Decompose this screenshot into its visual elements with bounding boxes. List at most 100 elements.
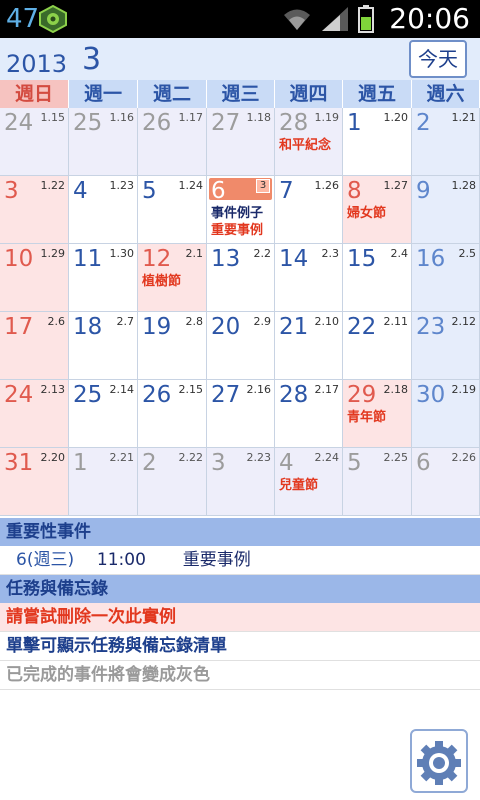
day-number: 31 — [4, 450, 34, 476]
day-event-label: 植樹節 — [142, 274, 182, 289]
important-events-section: 重要性事件 6(週三) 11:00 重要事例 — [0, 518, 480, 575]
calendar-day-cell[interactable]: 3 2.23 — [207, 448, 275, 516]
calendar-day-cell[interactable]: 27 1.18 — [207, 108, 275, 176]
screen: 47 20:06 2013 3 今天 週日 週一 週二 週三 週四 週五 週六 24 1.15… — [0, 0, 480, 800]
task-row[interactable]: 單擊可顯示任務與備忘錄清單 — [0, 632, 480, 661]
calendar-day-cell[interactable]: 14 2.3 — [275, 244, 343, 312]
calendar-day-cell[interactable]: 2 1.21 — [412, 108, 480, 176]
lunar-date: 2.11 — [383, 315, 409, 328]
calendar-day-cell[interactable]: 12 2.1 植樹節 — [138, 244, 207, 312]
calendar-day-cell[interactable]: 2 2.22 — [138, 448, 207, 516]
tasks-section: 任務與備忘錄 請嘗試刪除一次此實例 單擊可顯示任務與備忘錄清單 已完成的事件將會… — [0, 575, 480, 690]
task-row[interactable]: 已完成的事件將會變成灰色 — [0, 661, 480, 690]
lunar-date: 2.25 — [383, 451, 409, 464]
lunar-date: 1.17 — [178, 111, 204, 124]
task-row[interactable]: 請嘗試刪除一次此實例 — [0, 603, 480, 632]
year-label[interactable]: 2013 — [6, 50, 67, 78]
calendar-day-cell[interactable]: 24 1.15 — [0, 108, 69, 176]
calendar-day-cell[interactable]: 18 2.7 — [69, 312, 138, 380]
calendar-day-cell[interactable]: 25 2.14 — [69, 380, 138, 448]
calendar-day-cell[interactable]: 15 2.4 — [343, 244, 412, 312]
notification-count: 47 — [6, 4, 40, 34]
weekday-label: 週六 — [412, 80, 480, 108]
weekday-label: 週五 — [343, 80, 412, 108]
calendar-day-cell[interactable]: 3 1.22 — [0, 176, 69, 244]
calendar-day-cell[interactable]: 6 3 事件例子 重要事例 — [207, 176, 275, 244]
weekday-label: 週日 — [0, 80, 69, 108]
calendar-day-cell[interactable]: 23 2.12 — [412, 312, 480, 380]
day-number: 3 — [211, 450, 226, 476]
calendar-day-cell[interactable]: 27 2.16 — [207, 380, 275, 448]
day-event-label: 重要事例 — [211, 223, 264, 238]
calendar-day-cell[interactable]: 1 2.21 — [69, 448, 138, 516]
event-time: 11:00 — [96, 550, 146, 570]
lunar-date: 1.24 — [178, 179, 204, 192]
calendar-day-cell[interactable]: 28 2.17 — [275, 380, 343, 448]
calendar-day-cell[interactable]: 29 2.18 青年節 — [343, 380, 412, 448]
day-number: 8 — [347, 178, 362, 204]
day-number: 10 — [4, 246, 34, 272]
settings-button[interactable] — [410, 729, 468, 793]
calendar-day-cell[interactable]: 22 2.11 — [343, 312, 412, 380]
event-count-badge: 3 — [256, 179, 270, 193]
calendar-day-cell[interactable]: 25 1.16 — [69, 108, 138, 176]
day-number: 18 — [73, 314, 103, 340]
calendar-day-cell[interactable]: 9 1.28 — [412, 176, 480, 244]
calendar-day-cell[interactable]: 8 1.27 婦女節 — [343, 176, 412, 244]
event-name: 重要事例 — [182, 550, 251, 570]
calendar-day-cell[interactable]: 1 1.20 — [343, 108, 412, 176]
calendar-day-cell[interactable]: 24 2.13 — [0, 380, 69, 448]
day-number: 20 — [211, 314, 241, 340]
weekday-label: 週一 — [69, 80, 138, 108]
calendar-day-cell[interactable]: 7 1.26 — [275, 176, 343, 244]
calendar-day-cell[interactable]: 6 2.26 — [412, 448, 480, 516]
calendar-day-cell[interactable]: 26 2.15 — [138, 380, 207, 448]
lunar-date: 2.23 — [246, 451, 272, 464]
calendar-day-cell[interactable]: 13 2.2 — [207, 244, 275, 312]
calendar-day-cell[interactable]: 5 1.24 — [138, 176, 207, 244]
day-event-label: 青年節 — [347, 410, 387, 425]
day-number: 17 — [4, 314, 34, 340]
day-number: 14 — [279, 246, 309, 272]
calendar-day-cell[interactable]: 17 2.6 — [0, 312, 69, 380]
calendar-day-cell[interactable]: 11 1.30 — [69, 244, 138, 312]
lunar-date: 2.16 — [246, 383, 272, 396]
day-number: 11 — [73, 246, 103, 272]
day-number: 2 — [142, 450, 157, 476]
lunar-date: 2.8 — [185, 315, 204, 328]
calendar-day-cell[interactable]: 20 2.9 — [207, 312, 275, 380]
lunar-date: 2.20 — [40, 451, 66, 464]
today-button[interactable]: 今天 — [409, 40, 467, 78]
calendar-day-cell[interactable]: 28 1.19 和平紀念 — [275, 108, 343, 176]
calendar-day-cell[interactable]: 31 2.20 — [0, 448, 69, 516]
event-row[interactable]: 6(週三) 11:00 重要事例 — [0, 546, 480, 575]
lunar-date: 2.19 — [451, 383, 477, 396]
calendar-day-cell[interactable]: 4 2.24 兒童節 — [275, 448, 343, 516]
lunar-date: 2.21 — [109, 451, 135, 464]
calendar-day-cell[interactable]: 30 2.19 — [412, 380, 480, 448]
calendar-day-cell[interactable]: 10 1.29 — [0, 244, 69, 312]
calendar-day-cell[interactable]: 5 2.25 — [343, 448, 412, 516]
lunar-date: 2.3 — [321, 247, 340, 260]
day-number: 5 — [142, 178, 157, 204]
calendar-day-cell[interactable]: 21 2.10 — [275, 312, 343, 380]
lunar-date: 2.18 — [383, 383, 409, 396]
calendar-day-cell[interactable]: 19 2.8 — [138, 312, 207, 380]
lunar-date: 2.12 — [451, 315, 477, 328]
important-events-title[interactable]: 重要性事件 — [0, 518, 480, 546]
calendar-day-cell[interactable]: 4 1.23 — [69, 176, 138, 244]
day-number: 9 — [416, 178, 431, 204]
lunar-date: 2.22 — [178, 451, 204, 464]
lunar-date: 1.21 — [451, 111, 477, 124]
day-number: 29 — [347, 382, 377, 408]
day-number: 25 — [73, 382, 103, 408]
calendar-day-cell[interactable]: 26 1.17 — [138, 108, 207, 176]
calendar-day-cell[interactable]: 16 2.5 — [412, 244, 480, 312]
month-label[interactable]: 3 — [82, 42, 101, 77]
day-number: 3 — [4, 178, 19, 204]
day-number: 16 — [416, 246, 446, 272]
day-number: 28 — [279, 110, 309, 136]
day-number: 12 — [142, 246, 172, 272]
tasks-title[interactable]: 任務與備忘錄 — [0, 575, 480, 603]
day-number: 4 — [73, 178, 88, 204]
